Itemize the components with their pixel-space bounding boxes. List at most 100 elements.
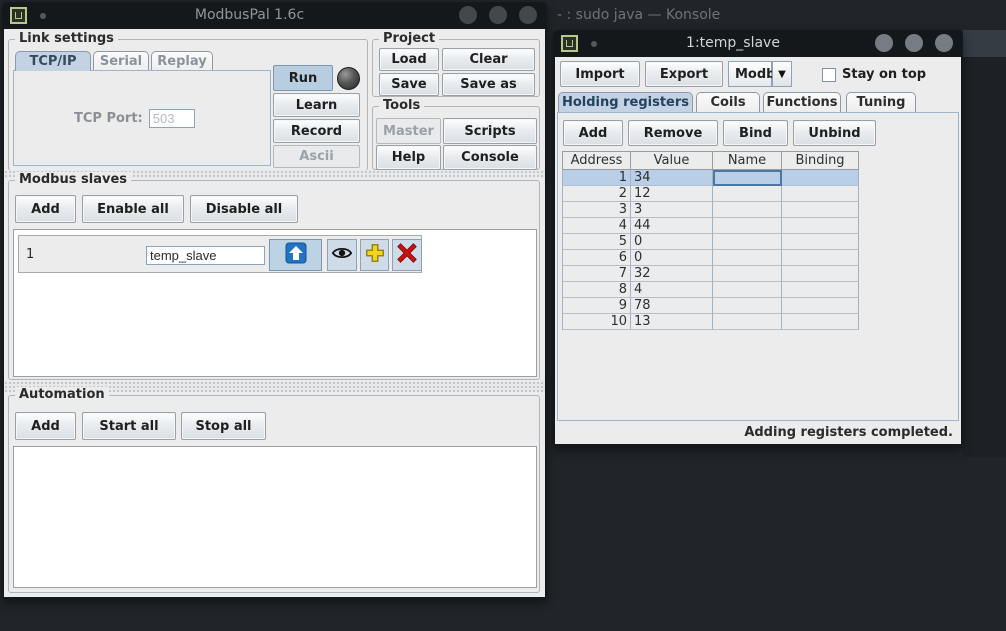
table-cell[interactable]: [782, 282, 859, 298]
column-header-value[interactable]: Value: [631, 151, 713, 170]
table-cell[interactable]: [782, 266, 859, 282]
table-cell[interactable]: 32: [631, 266, 713, 282]
maximize-button[interactable]: [905, 34, 923, 52]
stay-visible-button[interactable]: [327, 239, 357, 271]
enable-all-button[interactable]: Enable all: [82, 195, 184, 223]
tcp-port-input[interactable]: [149, 109, 195, 128]
table-cell[interactable]: [782, 298, 859, 314]
add-automation-button[interactable]: [360, 239, 389, 271]
table-cell[interactable]: 4: [631, 282, 713, 298]
tab-functions[interactable]: Functions: [763, 92, 841, 112]
table-cell[interactable]: [713, 170, 782, 186]
scripts-button[interactable]: Scripts: [443, 118, 537, 144]
table-cell[interactable]: 8: [562, 282, 631, 298]
table-cell[interactable]: [713, 314, 782, 330]
table-cell[interactable]: [713, 234, 782, 250]
help-button[interactable]: Help: [376, 145, 441, 170]
table-cell[interactable]: 2: [562, 186, 631, 202]
start-all-button[interactable]: Start all: [82, 412, 176, 440]
mode-select[interactable]: Modbus: [728, 61, 772, 87]
console-button[interactable]: Console: [443, 145, 537, 170]
table-cell[interactable]: [713, 282, 782, 298]
save-as-button[interactable]: Save as: [442, 73, 535, 96]
modbuspal-titlebar[interactable]: ModbusPal 1.6c: [2, 2, 547, 29]
table-row[interactable]: 84: [562, 282, 859, 298]
table-row[interactable]: 134: [562, 170, 859, 186]
table-cell[interactable]: 10: [562, 314, 631, 330]
table-row[interactable]: 33: [562, 202, 859, 218]
delete-slave-button[interactable]: [392, 239, 422, 271]
table-cell[interactable]: [782, 170, 859, 186]
bind-button[interactable]: Bind: [723, 120, 788, 146]
save-button[interactable]: Save: [379, 73, 439, 96]
run-button[interactable]: Run: [273, 65, 333, 91]
tab-replay[interactable]: Replay: [151, 51, 213, 71]
table-cell[interactable]: [782, 250, 859, 266]
enable-slave-button[interactable]: [269, 239, 322, 271]
unbind-button[interactable]: Unbind: [793, 120, 876, 146]
table-cell[interactable]: 44: [631, 218, 713, 234]
minimize-button[interactable]: [459, 6, 477, 24]
slave-row[interactable]: 1: [18, 235, 422, 273]
table-cell[interactable]: 78: [631, 298, 713, 314]
master-button[interactable]: Master: [376, 118, 441, 144]
table-cell[interactable]: 7: [562, 266, 631, 282]
table-row[interactable]: 60: [562, 250, 859, 266]
table-row[interactable]: 1013: [562, 314, 859, 330]
table-row[interactable]: 978: [562, 298, 859, 314]
add-automation-button[interactable]: Add: [15, 412, 76, 440]
table-cell[interactable]: 4: [562, 218, 631, 234]
stop-all-button[interactable]: Stop all: [181, 412, 266, 440]
table-cell[interactable]: 12: [631, 186, 713, 202]
table-cell[interactable]: 13: [631, 314, 713, 330]
table-cell[interactable]: 3: [562, 202, 631, 218]
minimize-button[interactable]: [875, 34, 893, 52]
remove-register-button[interactable]: Remove: [628, 120, 718, 146]
table-cell[interactable]: [713, 266, 782, 282]
table-cell[interactable]: [713, 186, 782, 202]
table-cell[interactable]: [782, 202, 859, 218]
tab-holding-registers[interactable]: Holding registers: [558, 92, 693, 112]
table-cell[interactable]: [782, 218, 859, 234]
close-button[interactable]: [935, 34, 953, 52]
tab-coils[interactable]: Coils: [696, 92, 760, 112]
table-row[interactable]: 444: [562, 218, 859, 234]
learn-button[interactable]: Learn: [273, 93, 360, 117]
table-cell[interactable]: 5: [562, 234, 631, 250]
tab-tcpip[interactable]: TCP/IP: [15, 51, 91, 71]
add-register-button[interactable]: Add: [563, 120, 623, 146]
chevron-down-icon[interactable]: ▼: [772, 61, 792, 87]
column-header-address[interactable]: Address: [562, 151, 631, 170]
load-button[interactable]: Load: [379, 48, 439, 71]
table-cell[interactable]: [713, 202, 782, 218]
table-row[interactable]: 732: [562, 266, 859, 282]
table-cell[interactable]: 3: [631, 202, 713, 218]
clear-button[interactable]: Clear: [442, 48, 535, 71]
column-header-name[interactable]: Name: [713, 151, 782, 170]
stay-on-top-checkbox[interactable]: [822, 68, 836, 82]
maximize-button[interactable]: [489, 6, 507, 24]
table-cell[interactable]: [782, 234, 859, 250]
table-row[interactable]: 212: [562, 186, 859, 202]
table-cell[interactable]: 34: [631, 170, 713, 186]
disable-all-button[interactable]: Disable all: [190, 195, 298, 223]
column-header-binding[interactable]: Binding: [782, 151, 859, 170]
table-cell[interactable]: [782, 314, 859, 330]
ascii-button[interactable]: Ascii: [273, 145, 360, 168]
table-cell[interactable]: [782, 186, 859, 202]
close-button[interactable]: [519, 6, 537, 24]
table-cell[interactable]: [713, 298, 782, 314]
record-button[interactable]: Record: [273, 119, 360, 143]
export-button[interactable]: Export: [645, 61, 723, 87]
table-cell[interactable]: 0: [631, 250, 713, 266]
add-slave-button[interactable]: Add: [15, 195, 76, 223]
tab-serial[interactable]: Serial: [93, 51, 149, 71]
table-cell[interactable]: 0: [631, 234, 713, 250]
import-button[interactable]: Import: [560, 61, 640, 87]
slave-name-input[interactable]: [146, 246, 265, 265]
tab-tuning[interactable]: Tuning: [846, 92, 916, 112]
table-cell[interactable]: 9: [562, 298, 631, 314]
table-cell[interactable]: 6: [562, 250, 631, 266]
table-row[interactable]: 50: [562, 234, 859, 250]
table-cell[interactable]: 1: [562, 170, 631, 186]
